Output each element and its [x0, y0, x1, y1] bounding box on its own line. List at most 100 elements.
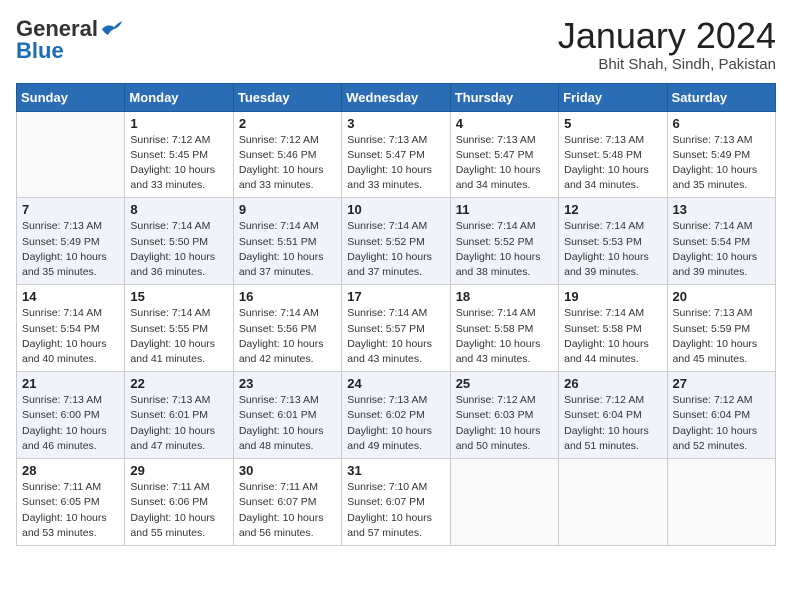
day-info: Sunrise: 7:12 AM Sunset: 6:04 PM Dayligh… — [673, 393, 770, 454]
col-header-sunday: Sunday — [17, 83, 125, 111]
day-number: 11 — [456, 202, 553, 217]
calendar-cell: 7 Sunrise: 7:13 AM Sunset: 5:49 PM Daylig… — [17, 198, 125, 285]
day-number: 18 — [456, 289, 553, 304]
logo-bird-icon — [100, 21, 122, 37]
day-number: 6 — [673, 116, 770, 131]
col-header-friday: Friday — [559, 83, 667, 111]
col-header-thursday: Thursday — [450, 83, 558, 111]
calendar-week-row: 14 Sunrise: 7:14 AM Sunset: 5:54 PM Dayli… — [17, 285, 776, 372]
day-info: Sunrise: 7:14 AM Sunset: 5:52 PM Dayligh… — [347, 219, 444, 280]
day-info: Sunrise: 7:14 AM Sunset: 5:55 PM Dayligh… — [130, 306, 227, 367]
day-number: 25 — [456, 376, 553, 391]
col-header-saturday: Saturday — [667, 83, 775, 111]
page-header: General Blue January 2024 Bhit Shah, Sin… — [16, 16, 776, 73]
day-number: 9 — [239, 202, 336, 217]
calendar-cell: 12Sunrise: 7:14 AM Sunset: 5:53 PM Dayli… — [559, 198, 667, 285]
day-number: 3 — [347, 116, 444, 131]
calendar-cell: 27 Sunrise: 7:12 AM Sunset: 6:04 PM Dayli… — [667, 372, 775, 459]
day-info: Sunrise: 7:13 AM Sunset: 5:49 PM Dayligh… — [22, 219, 119, 280]
calendar-cell — [559, 459, 667, 546]
calendar-cell: 5Sunrise: 7:13 AM Sunset: 5:48 PM Daylig… — [559, 111, 667, 198]
calendar-table: SundayMondayTuesdayWednesdayThursdayFrid… — [16, 83, 776, 546]
day-number: 15 — [130, 289, 227, 304]
day-info: Sunrise: 7:14 AM Sunset: 5:50 PM Dayligh… — [130, 219, 227, 280]
day-info: Sunrise: 7:13 AM Sunset: 5:47 PM Dayligh… — [456, 133, 553, 194]
calendar-week-row: 21Sunrise: 7:13 AM Sunset: 6:00 PM Dayli… — [17, 372, 776, 459]
calendar-cell: 19 Sunrise: 7:14 AM Sunset: 5:58 PM Dayli… — [559, 285, 667, 372]
col-header-wednesday: Wednesday — [342, 83, 450, 111]
day-number: 19 — [564, 289, 661, 304]
calendar-cell: 14 Sunrise: 7:14 AM Sunset: 5:54 PM Dayli… — [17, 285, 125, 372]
day-info: Sunrise: 7:13 AM Sunset: 6:02 PM Dayligh… — [347, 393, 444, 454]
title-block: January 2024 Bhit Shah, Sindh, Pakistan — [558, 16, 776, 73]
calendar-cell: 30 Sunrise: 7:11 AM Sunset: 6:07 PM Dayli… — [233, 459, 341, 546]
col-header-monday: Monday — [125, 83, 233, 111]
day-info: Sunrise: 7:12 AM Sunset: 5:46 PM Dayligh… — [239, 133, 336, 194]
day-info: Sunrise: 7:14 AM Sunset: 5:52 PM Dayligh… — [456, 219, 553, 280]
day-number: 5 — [564, 116, 661, 131]
day-number: 31 — [347, 463, 444, 478]
day-number: 23 — [239, 376, 336, 391]
calendar-cell: 22Sunrise: 7:13 AM Sunset: 6:01 PM Dayli… — [125, 372, 233, 459]
day-number: 20 — [673, 289, 770, 304]
day-info: Sunrise: 7:14 AM Sunset: 5:57 PM Dayligh… — [347, 306, 444, 367]
day-info: Sunrise: 7:11 AM Sunset: 6:05 PM Dayligh… — [22, 480, 119, 541]
calendar-cell: 24 Sunrise: 7:13 AM Sunset: 6:02 PM Dayli… — [342, 372, 450, 459]
day-number: 4 — [456, 116, 553, 131]
day-number: 17 — [347, 289, 444, 304]
calendar-week-row: 28 Sunrise: 7:11 AM Sunset: 6:05 PM Dayli… — [17, 459, 776, 546]
day-number: 8 — [130, 202, 227, 217]
day-number: 24 — [347, 376, 444, 391]
day-info: Sunrise: 7:14 AM Sunset: 5:58 PM Dayligh… — [564, 306, 661, 367]
calendar-header-row: SundayMondayTuesdayWednesdayThursdayFrid… — [17, 83, 776, 111]
calendar-cell: 29 Sunrise: 7:11 AM Sunset: 6:06 PM Dayli… — [125, 459, 233, 546]
calendar-cell: 11 Sunrise: 7:14 AM Sunset: 5:52 PM Dayli… — [450, 198, 558, 285]
day-number: 29 — [130, 463, 227, 478]
calendar-cell — [17, 111, 125, 198]
day-info: Sunrise: 7:13 AM Sunset: 5:49 PM Dayligh… — [673, 133, 770, 194]
calendar-cell: 1Sunrise: 7:12 AM Sunset: 5:45 PM Daylig… — [125, 111, 233, 198]
logo-blue: Blue — [16, 38, 64, 64]
calendar-cell: 2 Sunrise: 7:12 AM Sunset: 5:46 PM Daylig… — [233, 111, 341, 198]
day-number: 28 — [22, 463, 119, 478]
day-info: Sunrise: 7:14 AM Sunset: 5:56 PM Dayligh… — [239, 306, 336, 367]
calendar-week-row: 7 Sunrise: 7:13 AM Sunset: 5:49 PM Daylig… — [17, 198, 776, 285]
day-info: Sunrise: 7:10 AM Sunset: 6:07 PM Dayligh… — [347, 480, 444, 541]
calendar-cell: 18 Sunrise: 7:14 AM Sunset: 5:58 PM Dayli… — [450, 285, 558, 372]
day-info: Sunrise: 7:14 AM Sunset: 5:54 PM Dayligh… — [22, 306, 119, 367]
calendar-week-row: 1Sunrise: 7:12 AM Sunset: 5:45 PM Daylig… — [17, 111, 776, 198]
day-info: Sunrise: 7:14 AM Sunset: 5:54 PM Dayligh… — [673, 219, 770, 280]
day-number: 12 — [564, 202, 661, 217]
day-info: Sunrise: 7:13 AM Sunset: 6:01 PM Dayligh… — [239, 393, 336, 454]
day-number: 16 — [239, 289, 336, 304]
day-info: Sunrise: 7:11 AM Sunset: 6:06 PM Dayligh… — [130, 480, 227, 541]
day-info: Sunrise: 7:14 AM Sunset: 5:51 PM Dayligh… — [239, 219, 336, 280]
calendar-cell: 23 Sunrise: 7:13 AM Sunset: 6:01 PM Dayli… — [233, 372, 341, 459]
calendar-cell: 31 Sunrise: 7:10 AM Sunset: 6:07 PM Dayli… — [342, 459, 450, 546]
day-number: 22 — [130, 376, 227, 391]
day-number: 7 — [22, 202, 119, 217]
day-number: 21 — [22, 376, 119, 391]
day-info: Sunrise: 7:12 AM Sunset: 6:04 PM Dayligh… — [564, 393, 661, 454]
day-info: Sunrise: 7:11 AM Sunset: 6:07 PM Dayligh… — [239, 480, 336, 541]
calendar-cell: 26 Sunrise: 7:12 AM Sunset: 6:04 PM Dayli… — [559, 372, 667, 459]
location-subtitle: Bhit Shah, Sindh, Pakistan — [558, 56, 776, 73]
day-info: Sunrise: 7:14 AM Sunset: 5:58 PM Dayligh… — [456, 306, 553, 367]
day-number: 1 — [130, 116, 227, 131]
calendar-cell: 25Sunrise: 7:12 AM Sunset: 6:03 PM Dayli… — [450, 372, 558, 459]
day-info: Sunrise: 7:13 AM Sunset: 5:47 PM Dayligh… — [347, 133, 444, 194]
day-number: 27 — [673, 376, 770, 391]
calendar-cell: 4 Sunrise: 7:13 AM Sunset: 5:47 PM Daylig… — [450, 111, 558, 198]
day-number: 2 — [239, 116, 336, 131]
day-number: 10 — [347, 202, 444, 217]
calendar-cell: 10 Sunrise: 7:14 AM Sunset: 5:52 PM Dayli… — [342, 198, 450, 285]
calendar-cell: 20 Sunrise: 7:13 AM Sunset: 5:59 PM Dayli… — [667, 285, 775, 372]
calendar-cell: 17 Sunrise: 7:14 AM Sunset: 5:57 PM Dayli… — [342, 285, 450, 372]
calendar-cell: 21Sunrise: 7:13 AM Sunset: 6:00 PM Dayli… — [17, 372, 125, 459]
day-number: 14 — [22, 289, 119, 304]
calendar-cell — [667, 459, 775, 546]
col-header-tuesday: Tuesday — [233, 83, 341, 111]
day-number: 26 — [564, 376, 661, 391]
day-info: Sunrise: 7:13 AM Sunset: 5:59 PM Dayligh… — [673, 306, 770, 367]
day-number: 30 — [239, 463, 336, 478]
